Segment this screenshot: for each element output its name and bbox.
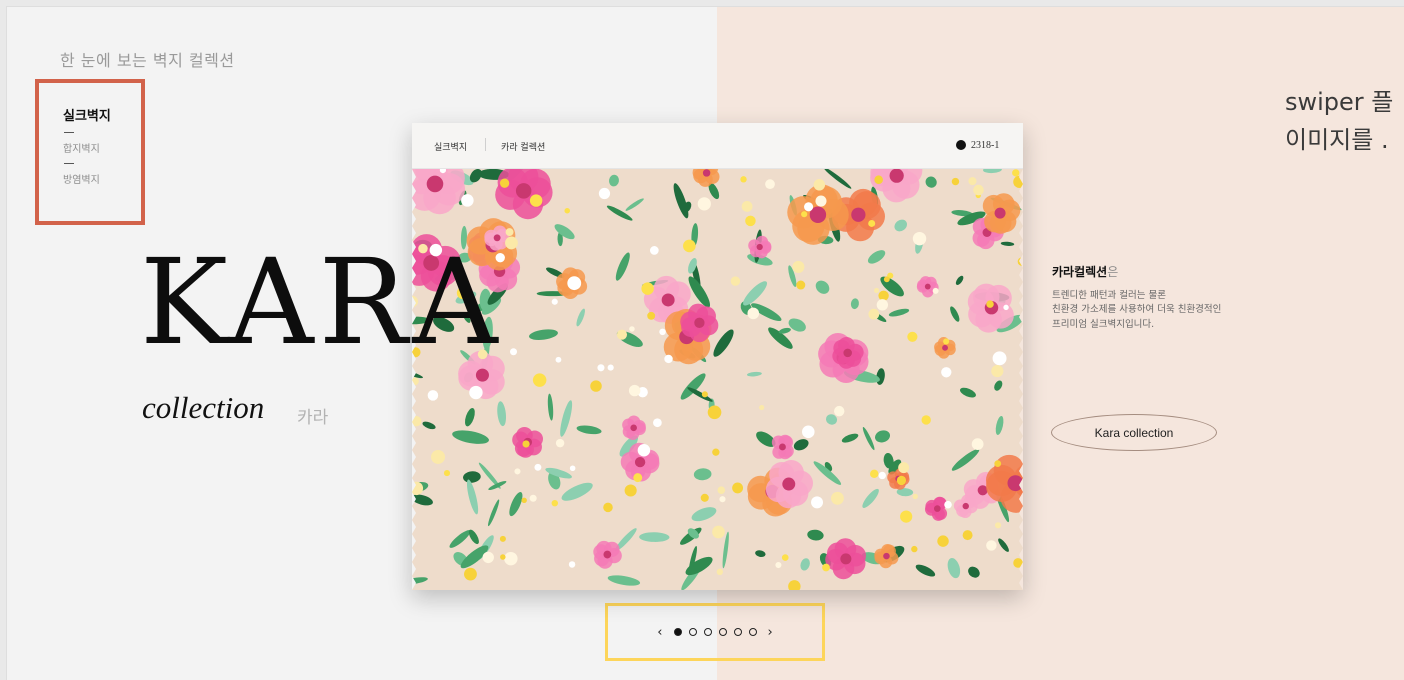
pagination-bullet[interactable] <box>748 628 757 636</box>
category-menu: 실크벽지 합지벽지 방염벽지 <box>35 79 145 225</box>
pagination-bullet[interactable] <box>673 628 682 636</box>
color-swatch-dot <box>956 140 966 150</box>
section-title: 한 눈에 보는 벽지 컬렉션 <box>60 51 235 70</box>
hero-subtitle: collection <box>142 390 265 425</box>
product-code: 2318-1 <box>971 140 1000 151</box>
pagination-bullet[interactable] <box>688 628 697 636</box>
pagination-bullet[interactable] <box>733 628 742 636</box>
pagination-bullet[interactable] <box>703 628 712 636</box>
hero-subtitle-kr: 카라 <box>297 408 329 428</box>
category-list: 실크벽지 합지벽지 방염벽지 <box>63 105 111 186</box>
description-title: 카라컬렉션은 <box>1052 265 1119 279</box>
category-item-fireproof[interactable]: 방염벽지 <box>63 171 111 186</box>
kara-collection-button[interactable]: Kara collection <box>1051 414 1217 451</box>
card-collection-name: 카라 컬렉션 <box>501 143 546 153</box>
floral-wallpaper-image <box>412 169 1023 590</box>
category-divider <box>64 132 74 133</box>
annotation-note: swiper 플 이미지를 . <box>1285 88 1394 155</box>
card-category: 실크벽지 <box>434 143 468 153</box>
card-divider <box>485 138 486 151</box>
wallpaper-card[interactable]: 실크벽지 카라 컬렉션 2318-1 <box>412 123 1023 590</box>
category-item-silk[interactable]: 실크벽지 <box>63 105 111 124</box>
hero-title: KARA <box>140 233 503 371</box>
pagination-bullet[interactable] <box>718 628 727 636</box>
card-header: 실크벽지 카라 컬렉션 2318-1 <box>412 123 1023 169</box>
description-text: 트렌디한 패턴과 컬러는 물론 친환경 가소제를 사용하여 더욱 친환경적인 프… <box>1052 290 1222 330</box>
prev-arrow-icon[interactable]: ‹ <box>657 626 662 639</box>
slider-pagination: ‹ › <box>605 603 825 661</box>
next-arrow-icon[interactable]: › <box>768 626 773 639</box>
page-frame: 한 눈에 보는 벽지 컬렉션 실크벽지 합지벽지 방염벽지 KARA colle… <box>6 6 1404 680</box>
category-item-paper[interactable]: 합지벽지 <box>63 140 111 155</box>
category-divider <box>64 163 74 164</box>
